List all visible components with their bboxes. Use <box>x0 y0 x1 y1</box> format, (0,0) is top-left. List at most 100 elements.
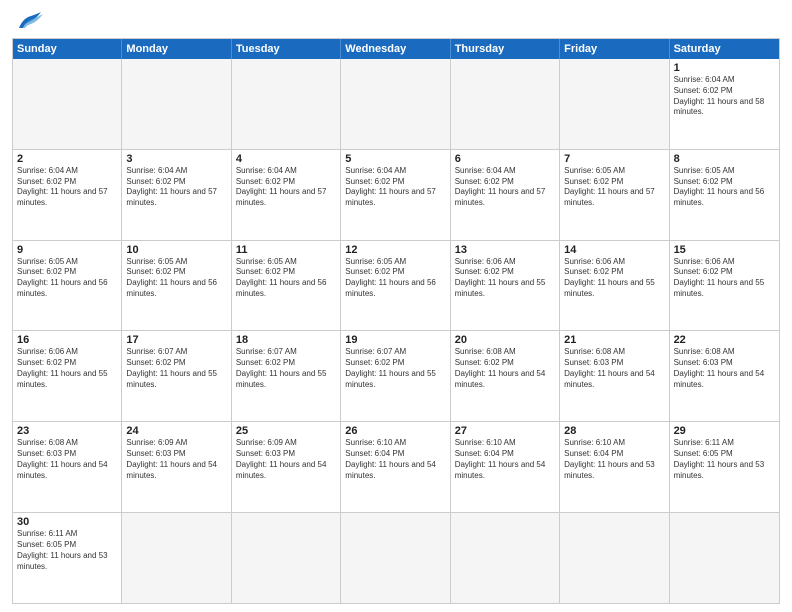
cell-info: Sunrise: 6:06 AMSunset: 6:02 PMDaylight:… <box>564 257 664 300</box>
calendar-day-name: Wednesday <box>341 39 450 59</box>
calendar-cell: 11Sunrise: 6:05 AMSunset: 6:02 PMDayligh… <box>232 241 341 331</box>
cell-info: Sunrise: 6:04 AMSunset: 6:02 PMDaylight:… <box>345 166 445 209</box>
calendar-cell: 21Sunrise: 6:08 AMSunset: 6:03 PMDayligh… <box>560 331 669 421</box>
cell-info: Sunrise: 6:06 AMSunset: 6:02 PMDaylight:… <box>17 347 117 390</box>
calendar-cell: 20Sunrise: 6:08 AMSunset: 6:02 PMDayligh… <box>451 331 560 421</box>
cell-info: Sunrise: 6:05 AMSunset: 6:02 PMDaylight:… <box>674 166 775 209</box>
calendar-cell <box>122 59 231 149</box>
day-number: 22 <box>674 334 775 346</box>
cell-info: Sunrise: 6:10 AMSunset: 6:04 PMDaylight:… <box>345 438 445 481</box>
cell-info: Sunrise: 6:05 AMSunset: 6:02 PMDaylight:… <box>564 166 664 209</box>
day-number: 1 <box>674 62 775 74</box>
calendar-cell: 26Sunrise: 6:10 AMSunset: 6:04 PMDayligh… <box>341 422 450 512</box>
calendar-day-name: Friday <box>560 39 669 59</box>
cell-info: Sunrise: 6:06 AMSunset: 6:02 PMDaylight:… <box>455 257 555 300</box>
cell-info: Sunrise: 6:08 AMSunset: 6:03 PMDaylight:… <box>564 347 664 390</box>
cell-info: Sunrise: 6:04 AMSunset: 6:02 PMDaylight:… <box>236 166 336 209</box>
calendar-cell: 3Sunrise: 6:04 AMSunset: 6:02 PMDaylight… <box>122 150 231 240</box>
day-number: 20 <box>455 334 555 346</box>
day-number: 15 <box>674 244 775 256</box>
cell-info: Sunrise: 6:09 AMSunset: 6:03 PMDaylight:… <box>236 438 336 481</box>
calendar-cell <box>13 59 122 149</box>
day-number: 19 <box>345 334 445 346</box>
calendar-cell: 8Sunrise: 6:05 AMSunset: 6:02 PMDaylight… <box>670 150 779 240</box>
calendar-day-name: Saturday <box>670 39 779 59</box>
calendar-cell: 28Sunrise: 6:10 AMSunset: 6:04 PMDayligh… <box>560 422 669 512</box>
cell-info: Sunrise: 6:04 AMSunset: 6:02 PMDaylight:… <box>17 166 117 209</box>
cell-info: Sunrise: 6:11 AMSunset: 6:05 PMDaylight:… <box>17 529 117 572</box>
day-number: 12 <box>345 244 445 256</box>
calendar-cell: 15Sunrise: 6:06 AMSunset: 6:02 PMDayligh… <box>670 241 779 331</box>
calendar-cell <box>670 513 779 603</box>
day-number: 4 <box>236 153 336 165</box>
day-number: 28 <box>564 425 664 437</box>
calendar-cell <box>341 513 450 603</box>
day-number: 17 <box>126 334 226 346</box>
calendar-row: 30Sunrise: 6:11 AMSunset: 6:05 PMDayligh… <box>13 513 779 603</box>
calendar-cell: 27Sunrise: 6:10 AMSunset: 6:04 PMDayligh… <box>451 422 560 512</box>
cell-info: Sunrise: 6:07 AMSunset: 6:02 PMDaylight:… <box>236 347 336 390</box>
calendar-cell <box>232 59 341 149</box>
cell-info: Sunrise: 6:10 AMSunset: 6:04 PMDaylight:… <box>455 438 555 481</box>
calendar-cell <box>560 59 669 149</box>
cell-info: Sunrise: 6:04 AMSunset: 6:02 PMDaylight:… <box>674 75 775 118</box>
cell-info: Sunrise: 6:07 AMSunset: 6:02 PMDaylight:… <box>345 347 445 390</box>
day-number: 11 <box>236 244 336 256</box>
calendar-cell: 14Sunrise: 6:06 AMSunset: 6:02 PMDayligh… <box>560 241 669 331</box>
calendar-row: 1Sunrise: 6:04 AMSunset: 6:02 PMDaylight… <box>13 59 779 150</box>
cell-info: Sunrise: 6:09 AMSunset: 6:03 PMDaylight:… <box>126 438 226 481</box>
day-number: 27 <box>455 425 555 437</box>
calendar-cell: 22Sunrise: 6:08 AMSunset: 6:03 PMDayligh… <box>670 331 779 421</box>
calendar-header: SundayMondayTuesdayWednesdayThursdayFrid… <box>13 39 779 59</box>
calendar-cell: 30Sunrise: 6:11 AMSunset: 6:05 PMDayligh… <box>13 513 122 603</box>
calendar-day-name: Monday <box>122 39 231 59</box>
logo <box>12 10 43 32</box>
day-number: 9 <box>17 244 117 256</box>
calendar-day-name: Tuesday <box>232 39 341 59</box>
day-number: 21 <box>564 334 664 346</box>
day-number: 16 <box>17 334 117 346</box>
calendar-cell <box>451 513 560 603</box>
cell-info: Sunrise: 6:05 AMSunset: 6:02 PMDaylight:… <box>345 257 445 300</box>
calendar-cell: 7Sunrise: 6:05 AMSunset: 6:02 PMDaylight… <box>560 150 669 240</box>
day-number: 8 <box>674 153 775 165</box>
cell-info: Sunrise: 6:05 AMSunset: 6:02 PMDaylight:… <box>17 257 117 300</box>
calendar-cell: 24Sunrise: 6:09 AMSunset: 6:03 PMDayligh… <box>122 422 231 512</box>
calendar-row: 23Sunrise: 6:08 AMSunset: 6:03 PMDayligh… <box>13 422 779 513</box>
calendar-body: 1Sunrise: 6:04 AMSunset: 6:02 PMDaylight… <box>13 59 779 603</box>
cell-info: Sunrise: 6:08 AMSunset: 6:03 PMDaylight:… <box>674 347 775 390</box>
day-number: 14 <box>564 244 664 256</box>
day-number: 23 <box>17 425 117 437</box>
day-number: 6 <box>455 153 555 165</box>
cell-info: Sunrise: 6:08 AMSunset: 6:02 PMDaylight:… <box>455 347 555 390</box>
calendar-cell: 13Sunrise: 6:06 AMSunset: 6:02 PMDayligh… <box>451 241 560 331</box>
day-number: 25 <box>236 425 336 437</box>
cell-info: Sunrise: 6:08 AMSunset: 6:03 PMDaylight:… <box>17 438 117 481</box>
logo-bird-icon <box>15 10 43 32</box>
calendar-cell: 19Sunrise: 6:07 AMSunset: 6:02 PMDayligh… <box>341 331 450 421</box>
calendar-cell: 1Sunrise: 6:04 AMSunset: 6:02 PMDaylight… <box>670 59 779 149</box>
cell-info: Sunrise: 6:10 AMSunset: 6:04 PMDaylight:… <box>564 438 664 481</box>
calendar-cell <box>232 513 341 603</box>
calendar-cell: 29Sunrise: 6:11 AMSunset: 6:05 PMDayligh… <box>670 422 779 512</box>
day-number: 26 <box>345 425 445 437</box>
calendar-cell: 9Sunrise: 6:05 AMSunset: 6:02 PMDaylight… <box>13 241 122 331</box>
cell-info: Sunrise: 6:07 AMSunset: 6:02 PMDaylight:… <box>126 347 226 390</box>
calendar-cell: 25Sunrise: 6:09 AMSunset: 6:03 PMDayligh… <box>232 422 341 512</box>
day-number: 29 <box>674 425 775 437</box>
day-number: 18 <box>236 334 336 346</box>
cell-info: Sunrise: 6:05 AMSunset: 6:02 PMDaylight:… <box>236 257 336 300</box>
calendar-cell <box>451 59 560 149</box>
cell-info: Sunrise: 6:04 AMSunset: 6:02 PMDaylight:… <box>126 166 226 209</box>
calendar-cell: 17Sunrise: 6:07 AMSunset: 6:02 PMDayligh… <box>122 331 231 421</box>
calendar-row: 16Sunrise: 6:06 AMSunset: 6:02 PMDayligh… <box>13 331 779 422</box>
day-number: 5 <box>345 153 445 165</box>
calendar-cell: 5Sunrise: 6:04 AMSunset: 6:02 PMDaylight… <box>341 150 450 240</box>
calendar-cell: 18Sunrise: 6:07 AMSunset: 6:02 PMDayligh… <box>232 331 341 421</box>
calendar-cell: 10Sunrise: 6:05 AMSunset: 6:02 PMDayligh… <box>122 241 231 331</box>
cell-info: Sunrise: 6:06 AMSunset: 6:02 PMDaylight:… <box>674 257 775 300</box>
day-number: 30 <box>17 516 117 528</box>
calendar-row: 9Sunrise: 6:05 AMSunset: 6:02 PMDaylight… <box>13 241 779 332</box>
calendar-cell <box>122 513 231 603</box>
calendar-day-name: Sunday <box>13 39 122 59</box>
